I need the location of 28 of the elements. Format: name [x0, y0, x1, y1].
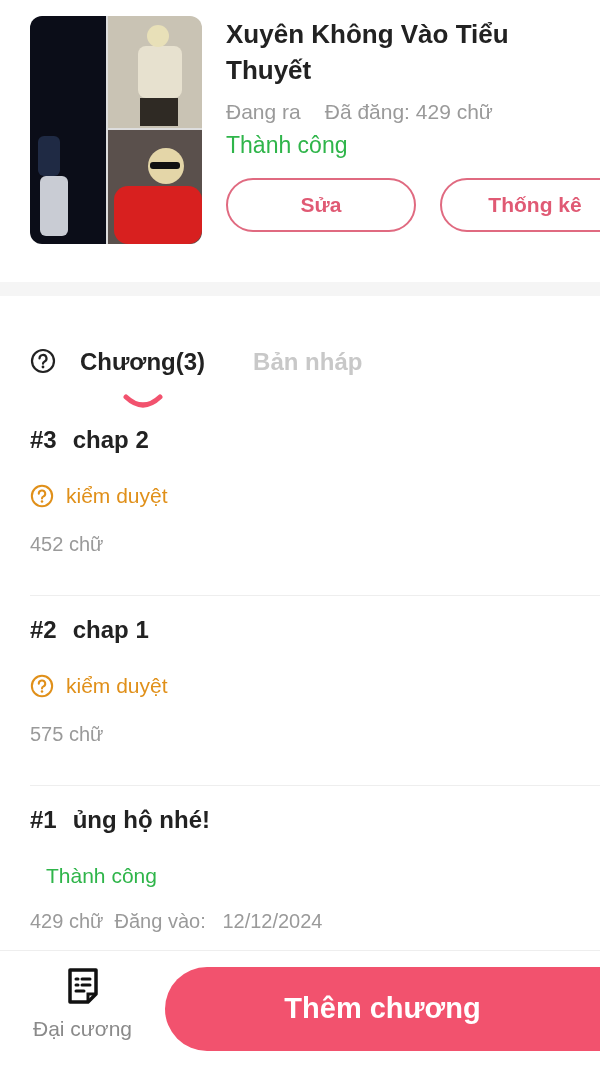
status-label: Thành công — [45, 863, 157, 889]
pending-icon — [30, 673, 54, 698]
chapter-meta: 429 chữ Đăng vào: 12/12/2024 — [30, 908, 324, 934]
chapter-title: chap 1 — [72, 615, 149, 645]
status-label: kiểm duyệt — [66, 483, 168, 509]
word-count: Đã đăng: 429 chữ — [324, 99, 493, 125]
help-icon[interactable] — [30, 348, 56, 374]
tab-indicator — [122, 394, 163, 408]
chapter-number: #3 — [30, 425, 57, 455]
tab[interactable]: Chương(3) — [80, 344, 206, 380]
chapter-number: #2 — [30, 615, 57, 645]
outline-label[interactable]: Đại cương — [32, 1013, 132, 1045]
chapter-number: #1 — [30, 805, 57, 835]
edit-button[interactable]: Sửa — [226, 178, 416, 232]
chapter-row[interactable]: #1 ủng hộ nhé! Thành công 429 chữ Đăng vào: 12/12/2024 — [30, 786, 600, 950]
chapter-row[interactable]: #2 chap 1 kiểm duyệt 575 chữ — [30, 596, 600, 786]
add-chapter-button[interactable]: Thêm chương — [165, 967, 600, 1051]
chapter-meta: 575 chữ — [30, 721, 105, 747]
chapter-meta: 452 chữ — [30, 531, 105, 557]
chapter-title: ủng hộ nhé! — [72, 805, 210, 835]
book-title: Xuyên Không Vào Tiểu Thuyết — [226, 18, 510, 87]
chapter-row[interactable]: #3 chap 2 kiểm duyệt 452 chữ — [30, 406, 600, 596]
review-result: Thành công — [226, 130, 349, 160]
status-label: kiểm duyệt — [66, 673, 168, 699]
book-status: Đang ra — [226, 99, 301, 125]
chapter-title: chap 2 — [72, 425, 149, 455]
stats-button[interactable]: Thống kê — [440, 178, 600, 232]
pending-icon — [30, 483, 54, 508]
